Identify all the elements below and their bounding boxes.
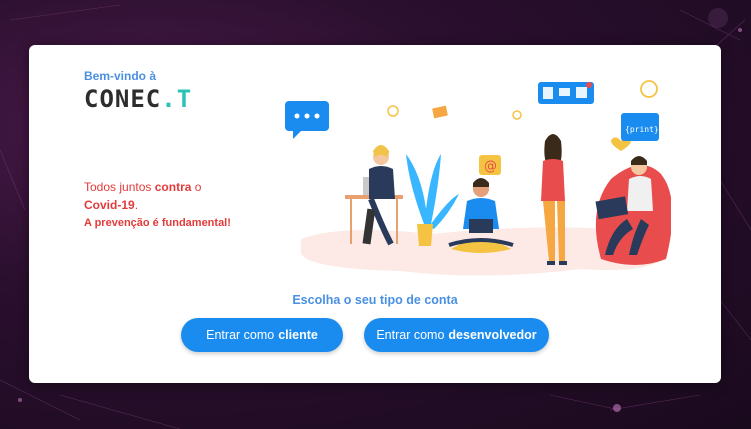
message-line-1: Todos juntos contra o <box>84 180 202 194</box>
brand-main: CONEC <box>84 85 162 113</box>
welcome-card: Bem-vindo à CONEC.T Todos juntos contra … <box>29 45 721 383</box>
message-line-3: A prevenção é fundamental! <box>84 217 231 229</box>
lightbulb-icon <box>387 105 399 117</box>
welcome-text: Bem-vindo à <box>84 69 157 83</box>
covid-message: Todos juntos contra o Covid-19. A preven… <box>84 178 231 232</box>
choose-account-label: Escolha o seu tipo de conta <box>292 293 458 307</box>
plant-decoration <box>406 154 459 229</box>
svg-text:{print};: {print}; <box>625 125 664 134</box>
location-icon <box>512 110 522 120</box>
client-button-prefix: Entrar como <box>206 328 275 342</box>
message-line-2: Covid-19. <box>84 198 139 212</box>
brand-dot: . <box>161 85 177 113</box>
svg-text:@: @ <box>484 159 497 174</box>
envelope-icon <box>432 105 448 119</box>
enter-as-client-button[interactable]: Entrar como cliente <box>181 318 343 352</box>
dev-button-bold: desenvolvedor <box>448 328 537 342</box>
enter-as-developer-button[interactable]: Entrar como desenvolvedor <box>364 318 549 352</box>
brand-t: T <box>176 85 193 113</box>
clock-icon <box>640 80 658 98</box>
brand-logo: CONEC.T <box>84 85 192 113</box>
people-working-illustration: {print}; @ <box>285 80 671 276</box>
client-button-bold: cliente <box>278 328 318 342</box>
dev-button-prefix: Entrar como <box>376 328 445 342</box>
